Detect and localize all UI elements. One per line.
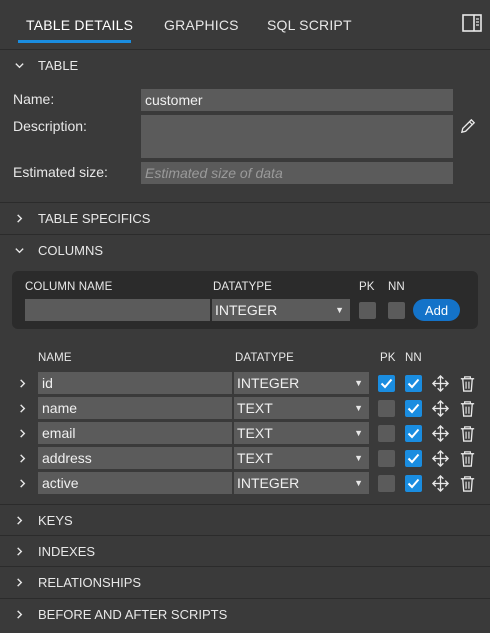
dropdown-arrow-icon: ▼ [354, 403, 363, 413]
trash-icon[interactable] [458, 449, 477, 468]
trash-icon[interactable] [458, 374, 477, 393]
new-column-datatype-value: INTEGER [215, 302, 278, 318]
new-column-datatype-select[interactable]: INTEGER ▼ [212, 299, 350, 321]
section-indexes[interactable]: INDEXES [0, 535, 490, 566]
section-indexes-label: INDEXES [38, 543, 96, 559]
section-columns-label: COLUMNS [38, 242, 104, 258]
section-keys[interactable]: KEYS [0, 504, 490, 535]
trash-icon[interactable] [458, 424, 477, 443]
section-table-specifics[interactable]: TABLE SPECIFICS [0, 202, 490, 233]
chevron-down-icon [0, 60, 38, 71]
list-name-header: NAME [38, 352, 72, 364]
column-nn-checkbox[interactable] [405, 400, 422, 417]
row-expand-chevron-icon[interactable] [17, 476, 28, 488]
column-datatype-value: TEXT [237, 425, 273, 441]
list-pk-header: PK [380, 352, 396, 364]
column-name-header: COLUMN NAME [25, 281, 113, 293]
nn-header: NN [388, 281, 405, 293]
column-name-field[interactable]: email [38, 422, 232, 444]
move-arrows-icon[interactable] [431, 374, 450, 393]
description-label: Description: [13, 118, 87, 134]
new-column-pk-checkbox[interactable] [359, 302, 376, 319]
section-keys-label: KEYS [38, 512, 73, 528]
column-nn-checkbox[interactable] [405, 450, 422, 467]
panel-toggle-icon[interactable] [461, 12, 483, 34]
description-textarea[interactable] [141, 115, 453, 158]
chevron-right-icon [0, 515, 38, 526]
datatype-header: DATATYPE [213, 281, 272, 293]
column-name-field[interactable]: id [38, 372, 232, 394]
section-relationships[interactable]: RELATIONSHIPS [0, 566, 490, 597]
column-datatype-select[interactable]: TEXT ▼ [234, 422, 369, 444]
column-datatype-value: TEXT [237, 400, 273, 416]
trash-icon[interactable] [458, 474, 477, 493]
move-arrows-icon[interactable] [431, 449, 450, 468]
chevron-down-icon [0, 245, 38, 256]
row-expand-chevron-icon[interactable] [17, 451, 28, 463]
pk-header: PK [359, 281, 375, 293]
list-datatype-header: DATATYPE [235, 352, 294, 364]
chevron-right-icon [0, 609, 38, 620]
move-arrows-icon[interactable] [431, 399, 450, 418]
name-label: Name: [13, 91, 55, 107]
column-name-field[interactable]: address [38, 447, 232, 469]
chevron-right-icon [0, 546, 38, 557]
add-column-button[interactable]: Add [413, 299, 460, 321]
active-tab-indicator [18, 40, 131, 43]
column-pk-checkbox[interactable] [378, 475, 395, 492]
column-pk-checkbox[interactable] [378, 375, 395, 392]
column-pk-checkbox[interactable] [378, 425, 395, 442]
new-column-name-input[interactable] [25, 299, 210, 321]
list-nn-header: NN [405, 352, 422, 364]
estimated-size-input[interactable] [141, 162, 453, 184]
section-before-after-scripts[interactable]: BEFORE AND AFTER SCRIPTS [0, 598, 490, 629]
dropdown-arrow-icon: ▼ [335, 305, 344, 315]
column-pk-checkbox[interactable] [378, 400, 395, 417]
row-expand-chevron-icon[interactable] [17, 426, 28, 438]
tab-bar: TABLE DETAILS GRAPHICS SQL SCRIPT [0, 0, 490, 48]
column-datatype-value: TEXT [237, 450, 273, 466]
chevron-right-icon [0, 577, 38, 588]
new-column-nn-checkbox[interactable] [388, 302, 405, 319]
column-nn-checkbox[interactable] [405, 475, 422, 492]
tab-graphics[interactable]: GRAPHICS [164, 17, 239, 33]
dropdown-arrow-icon: ▼ [354, 453, 363, 463]
column-pk-checkbox[interactable] [378, 450, 395, 467]
column-datatype-select[interactable]: TEXT ▼ [234, 397, 369, 419]
chevron-right-icon [0, 213, 38, 224]
dropdown-arrow-icon: ▼ [354, 378, 363, 388]
move-arrows-icon[interactable] [431, 474, 450, 493]
column-datatype-select[interactable]: INTEGER ▼ [234, 472, 369, 494]
section-table-specifics-label: TABLE SPECIFICS [38, 210, 151, 226]
tab-sql-script[interactable]: SQL SCRIPT [267, 17, 352, 33]
section-table[interactable]: TABLE [0, 49, 490, 80]
row-expand-chevron-icon[interactable] [17, 401, 28, 413]
column-name-field[interactable]: name [38, 397, 232, 419]
row-expand-chevron-icon[interactable] [17, 376, 28, 388]
column-datatype-select[interactable]: INTEGER ▼ [234, 372, 369, 394]
column-datatype-select[interactable]: TEXT ▼ [234, 447, 369, 469]
pencil-icon[interactable] [459, 117, 478, 136]
trash-icon[interactable] [458, 399, 477, 418]
column-name-field[interactable]: active [38, 472, 232, 494]
column-nn-checkbox[interactable] [405, 375, 422, 392]
section-table-label: TABLE [38, 57, 79, 73]
column-nn-checkbox[interactable] [405, 425, 422, 442]
column-datatype-value: INTEGER [237, 475, 300, 491]
estimated-size-label: Estimated size: [13, 164, 108, 180]
dropdown-arrow-icon: ▼ [354, 428, 363, 438]
section-relationships-label: RELATIONSHIPS [38, 574, 142, 590]
move-arrows-icon[interactable] [431, 424, 450, 443]
section-columns[interactable]: COLUMNS [0, 234, 490, 265]
table-name-input[interactable] [141, 89, 453, 111]
section-before-after-scripts-label: BEFORE AND AFTER SCRIPTS [38, 606, 228, 622]
column-datatype-value: INTEGER [237, 375, 300, 391]
dropdown-arrow-icon: ▼ [354, 478, 363, 488]
tab-table-details[interactable]: TABLE DETAILS [26, 17, 133, 33]
